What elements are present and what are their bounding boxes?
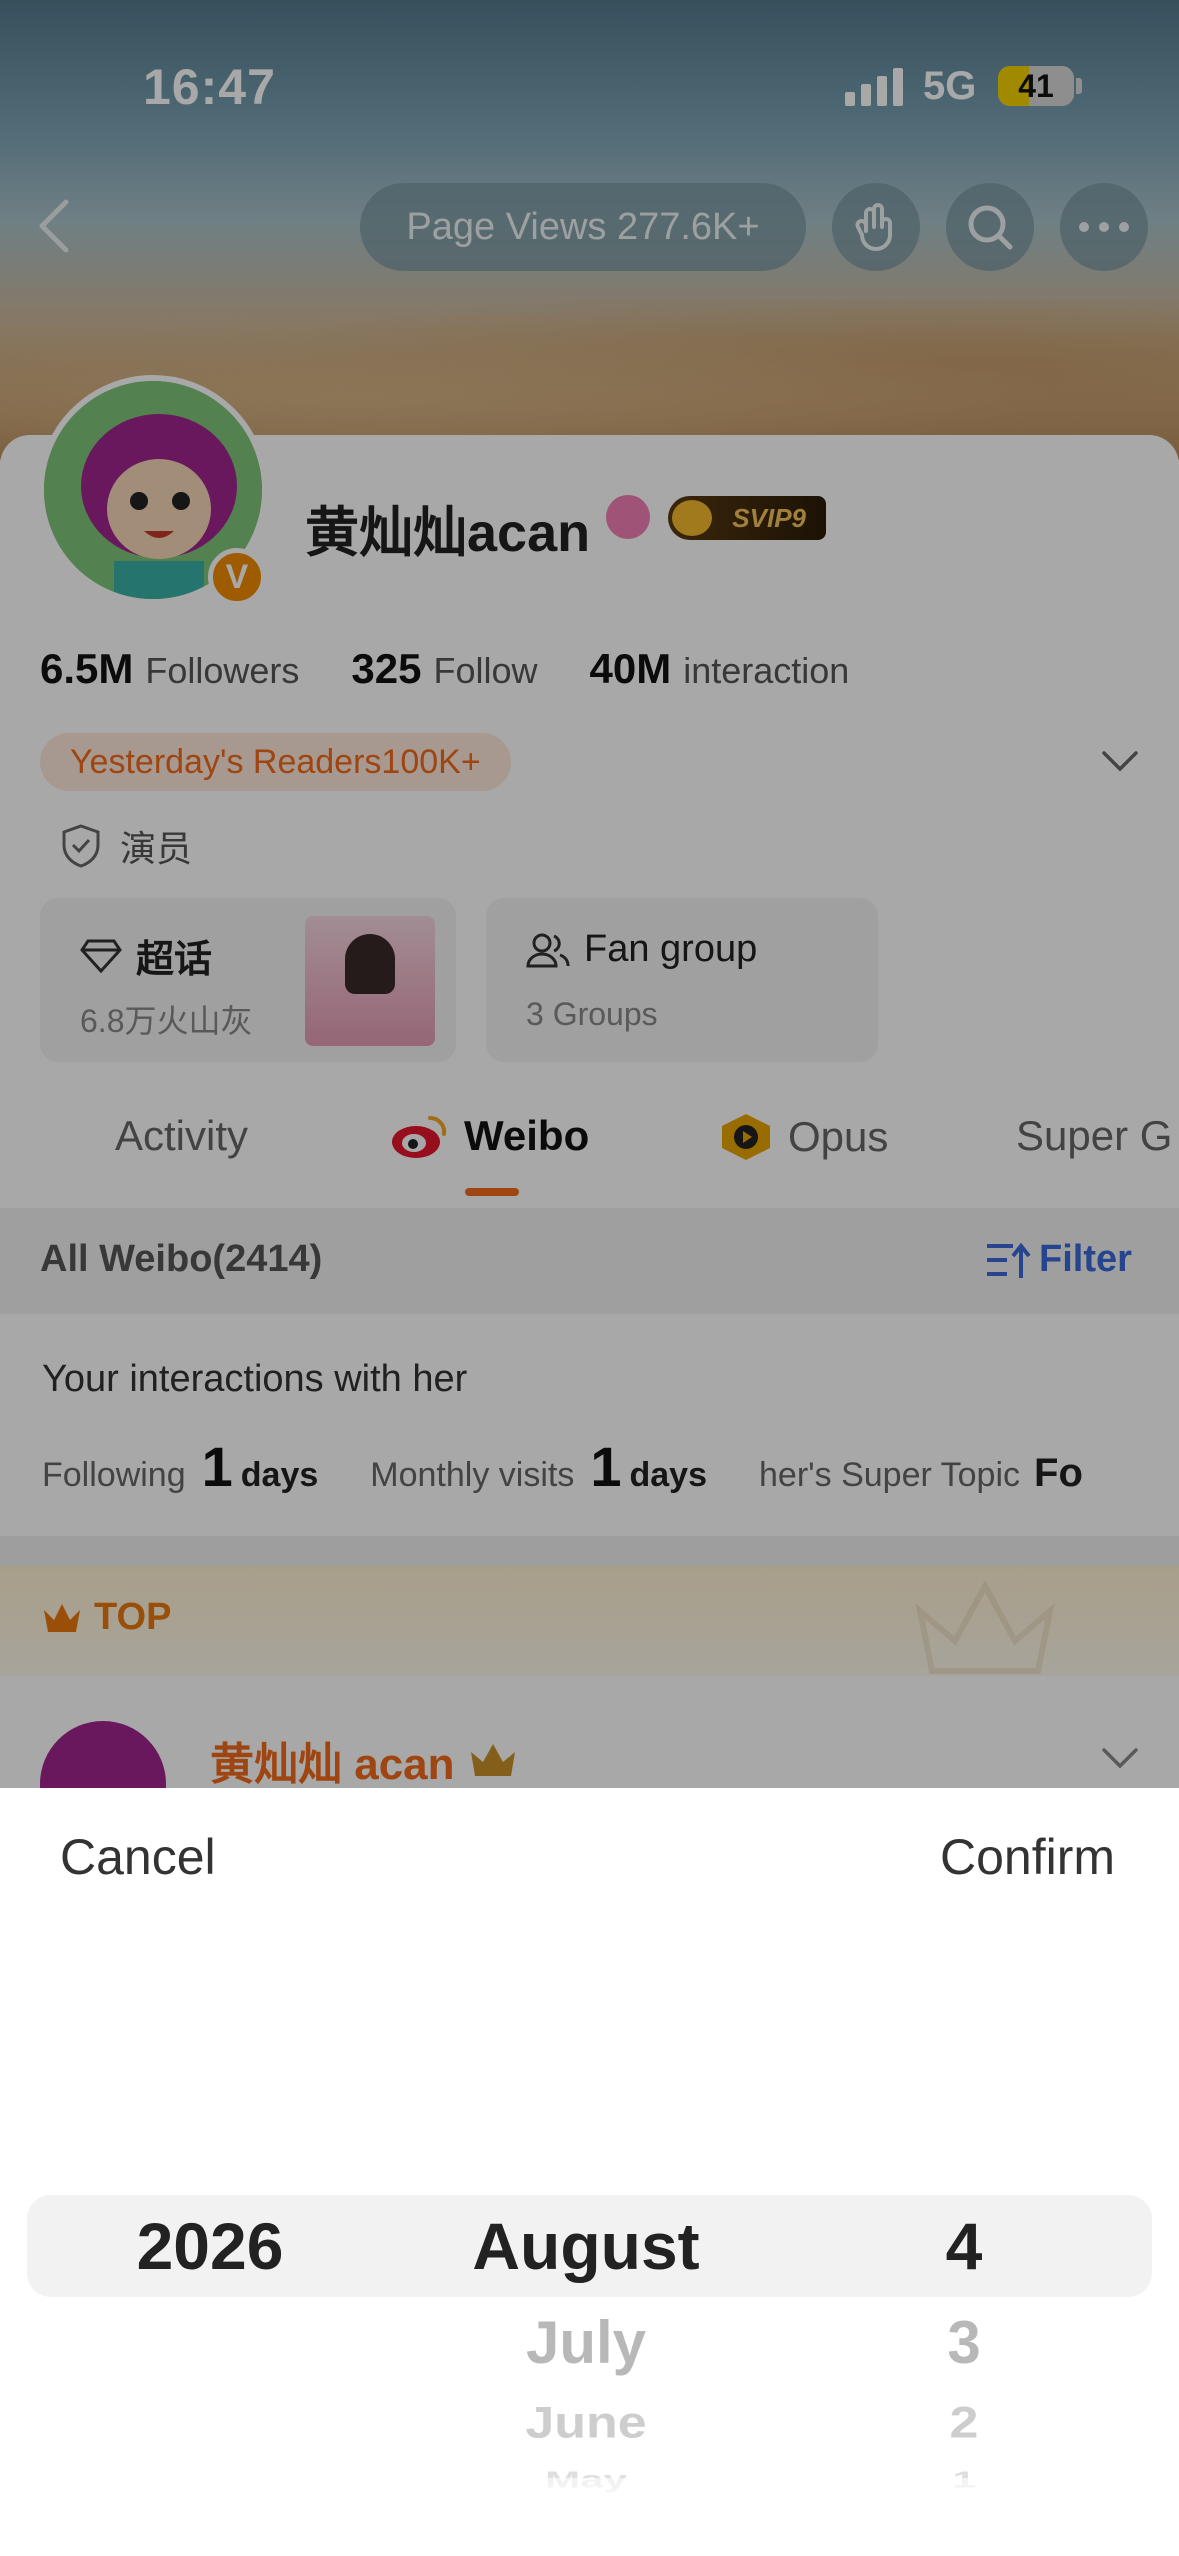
year-wheel[interactable]: 2026: [60, 1788, 360, 2556]
modal-overlay[interactable]: [0, 0, 1179, 1790]
month-option[interactable]: June: [436, 2398, 736, 2449]
day-option[interactable]: 3: [864, 2308, 1064, 2377]
year-selected[interactable]: 2026: [60, 2208, 360, 2284]
day-option[interactable]: 2: [864, 2398, 1064, 2449]
month-wheel[interactable]: August July June May: [436, 1788, 736, 2556]
month-selected[interactable]: August: [436, 2208, 736, 2284]
day-wheel[interactable]: 4 3 2 1: [864, 1788, 1064, 2556]
picker-bottom-fade: [0, 2478, 1179, 2556]
date-picker-sheet: Cancel Confirm 2026 August July June May…: [0, 1788, 1179, 2556]
day-selected[interactable]: 4: [864, 2208, 1064, 2284]
month-option[interactable]: July: [436, 2308, 736, 2377]
